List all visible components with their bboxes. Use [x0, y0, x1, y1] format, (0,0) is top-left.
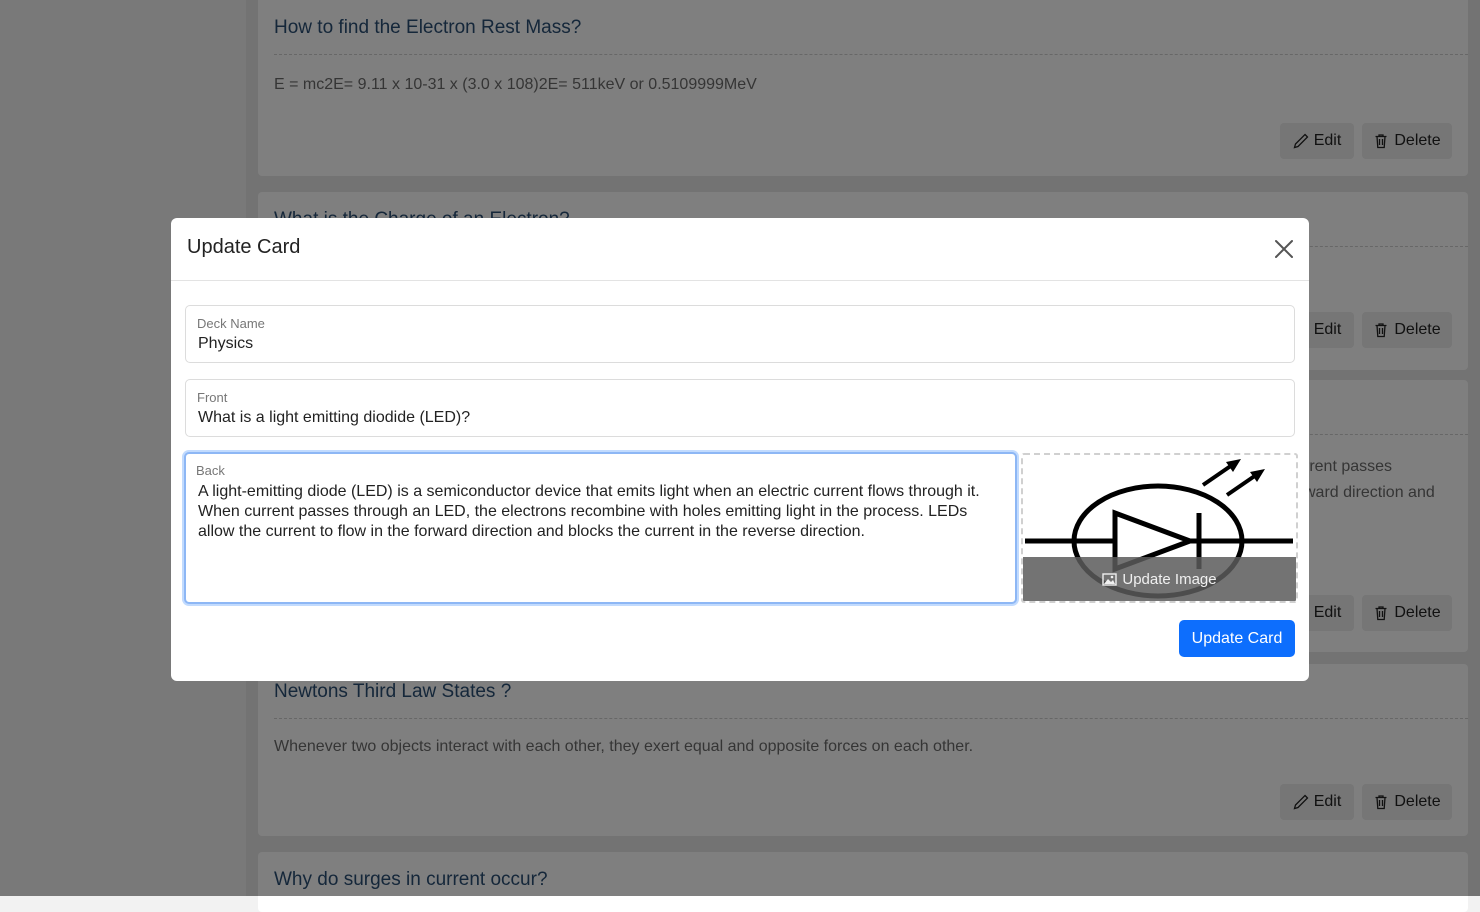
deck-name-value: Physics — [198, 335, 254, 352]
update-image-label: Update Image — [1122, 570, 1217, 588]
modal-header: Update Card — [171, 218, 1309, 281]
modal-title: Update Card — [187, 236, 301, 258]
back-label: Back — [196, 463, 225, 478]
image-icon — [1102, 572, 1118, 586]
update-card-button[interactable]: Update Card — [1179, 620, 1295, 657]
card-image-dropzone[interactable]: Update Image — [1021, 453, 1298, 603]
update-card-modal: Update Card Deck Name Physics Front What… — [171, 218, 1309, 681]
close-icon[interactable] — [1273, 238, 1295, 260]
front-label: Front — [197, 390, 228, 405]
back-textarea[interactable]: Back A light-emitting diode (LED) is a s… — [184, 452, 1017, 604]
front-field[interactable]: Front What is a light emitting diodide (… — [185, 379, 1295, 437]
deck-name-label: Deck Name — [197, 316, 265, 331]
deck-name-field[interactable]: Deck Name Physics — [185, 305, 1295, 363]
front-value: What is a light emitting diodide (LED)? — [198, 409, 471, 426]
back-value: A light-emitting diode (LED) is a semico… — [198, 483, 980, 540]
update-image-button[interactable]: Update Image — [1023, 557, 1296, 601]
